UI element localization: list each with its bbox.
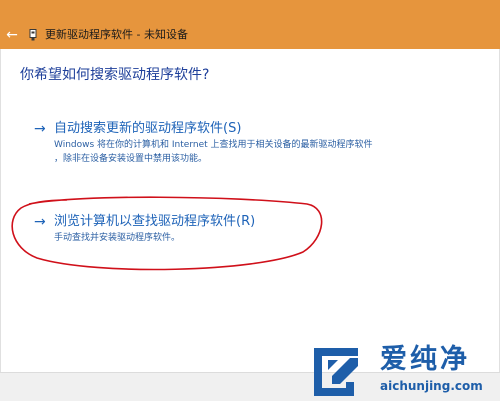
- page-heading: 你希望如何搜索驱动程序软件?: [20, 67, 210, 83]
- title-bar: ← 更新驱动程序软件 - 未知设备: [0, 0, 500, 49]
- auto-search-description-2: ，除非在设备安装设置中禁用该功能。: [54, 154, 208, 164]
- watermark-url: aichunjing.com: [380, 379, 483, 393]
- aichunjing-logo-icon: [314, 348, 358, 396]
- arrow-right-icon: →: [34, 121, 46, 137]
- browse-computer-label: 浏览计算机以查找驱动程序软件(R): [54, 214, 256, 229]
- watermark-name: 爱纯净: [380, 344, 470, 375]
- auto-search-option[interactable]: → 自动搜索更新的驱动程序软件(S) Windows 将在你的计算机和 Inte…: [34, 121, 474, 167]
- usb-device-icon: [29, 29, 37, 41]
- site-watermark: 爱纯净 aichunjing.com: [306, 342, 496, 398]
- auto-search-label: 自动搜索更新的驱动程序软件(S): [54, 121, 242, 136]
- browse-computer-description: 手动查找并安装驱动程序软件。: [54, 233, 181, 243]
- auto-search-description: Windows 将在你的计算机和 Internet 上查找用于相关设备的最新驱动…: [54, 140, 373, 150]
- browse-computer-option[interactable]: → 浏览计算机以查找驱动程序软件(R) 手动查找并安装驱动程序软件。: [34, 214, 314, 248]
- arrow-right-icon: →: [34, 214, 46, 230]
- window-title: 更新驱动程序软件 - 未知设备: [45, 28, 188, 41]
- dialog-content: [0, 49, 500, 372]
- back-button[interactable]: ←: [2, 26, 22, 44]
